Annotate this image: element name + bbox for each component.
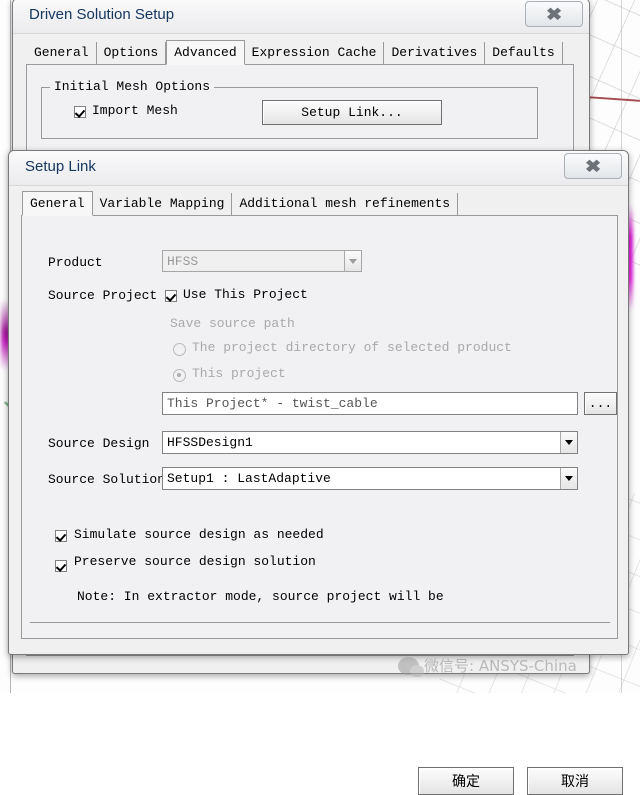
source-solution-label: Source Solution — [48, 472, 166, 487]
setup-link-cancel-label: 取消 — [561, 771, 589, 791]
tab-general[interactable]: General — [22, 191, 93, 216]
setup-link-titlebar[interactable]: Setup Link ✖ — [9, 151, 628, 186]
setup-link-ok-label: 确定 — [452, 771, 480, 791]
setup-link-tabstrip: General Variable Mapping Additional mesh… — [21, 191, 618, 215]
simulate-source-design-label: Simulate source design as needed — [74, 527, 324, 542]
extractor-mode-note: Note: In extractor mode, source project … — [77, 589, 517, 604]
setup-link-button[interactable]: Setup Link... — [262, 100, 442, 125]
driven-solution-setup-tabstrip: General Options Advanced Expression Cach… — [26, 40, 574, 64]
tab-options[interactable]: Options — [97, 42, 167, 64]
source-design-combo[interactable]: HFSSDesign1 — [162, 431, 578, 454]
tab-expression-cache[interactable]: Expression Cache — [245, 42, 385, 64]
setup-link-ok-button[interactable]: 确定 — [418, 767, 514, 795]
tab-advanced[interactable]: Advanced — [166, 40, 244, 65]
use-this-project-label: Use This Project — [183, 287, 308, 302]
import-mesh-checkbox[interactable] — [74, 106, 86, 118]
close-icon: ✖ — [546, 6, 562, 23]
setup-link-cancel-button[interactable]: 取消 — [527, 767, 623, 795]
save-source-path-label: Save source path — [170, 316, 295, 331]
tab-general[interactable]: General — [27, 42, 97, 64]
use-this-project-checkbox[interactable] — [165, 290, 177, 302]
chevron-down-icon — [560, 468, 577, 489]
product-label: Product — [48, 255, 103, 270]
product-combo[interactable]: HFSS — [162, 250, 362, 272]
source-design-label: Source Design — [48, 436, 166, 451]
product-combo-value: HFSS — [163, 254, 344, 269]
project-directory-label: The project directory of selected produc… — [192, 340, 512, 355]
this-project-label: This project — [192, 366, 286, 381]
setup-link-tabpanel: Product HFSS Source Project Use This Pro… — [21, 215, 618, 639]
tab-variable-mapping[interactable]: Variable Mapping — [93, 193, 233, 215]
initial-mesh-options-group: Initial Mesh Options Import Mesh Setup L… — [41, 87, 538, 139]
tab-additional-mesh-refinements[interactable]: Additional mesh refinements — [232, 193, 458, 215]
simulate-source-design-checkbox[interactable] — [55, 530, 67, 542]
preserve-source-design-label: Preserve source design solution — [74, 555, 374, 573]
source-project-path-input[interactable]: This Project* - twist_cable — [162, 392, 578, 415]
driven-solution-setup-close-button[interactable]: ✖ — [525, 1, 583, 27]
project-directory-radio[interactable] — [173, 343, 186, 356]
setup-link-dialog: Setup Link ✖ General Variable Mapping Ad… — [8, 150, 629, 655]
preserve-source-design-checkbox[interactable] — [55, 560, 67, 572]
this-project-radio[interactable] — [173, 369, 186, 382]
close-icon: ✖ — [585, 158, 601, 175]
chevron-down-icon — [344, 251, 361, 271]
setup-link-close-button[interactable]: ✖ — [564, 153, 622, 179]
chevron-down-icon — [560, 432, 577, 453]
setup-link-footer-separator — [30, 622, 610, 623]
initial-mesh-options-group-title: Initial Mesh Options — [50, 79, 214, 94]
import-mesh-label: Import Mesh — [92, 103, 178, 118]
setup-link-title: Setup Link — [25, 158, 96, 175]
source-design-combo-value: HFSSDesign1 — [163, 435, 560, 450]
tab-derivatives[interactable]: Derivatives — [384, 42, 485, 64]
tab-defaults[interactable]: Defaults — [485, 42, 562, 64]
source-solution-combo[interactable]: Setup1 : LastAdaptive — [162, 467, 578, 490]
source-solution-combo-value: Setup1 : LastAdaptive — [163, 471, 560, 486]
browse-button[interactable]: ... — [584, 392, 617, 415]
driven-solution-setup-title: Driven Solution Setup — [29, 6, 174, 23]
driven-solution-setup-titlebar[interactable]: Driven Solution Setup ✖ — [13, 0, 589, 34]
source-project-label: Source Project — [48, 288, 166, 303]
